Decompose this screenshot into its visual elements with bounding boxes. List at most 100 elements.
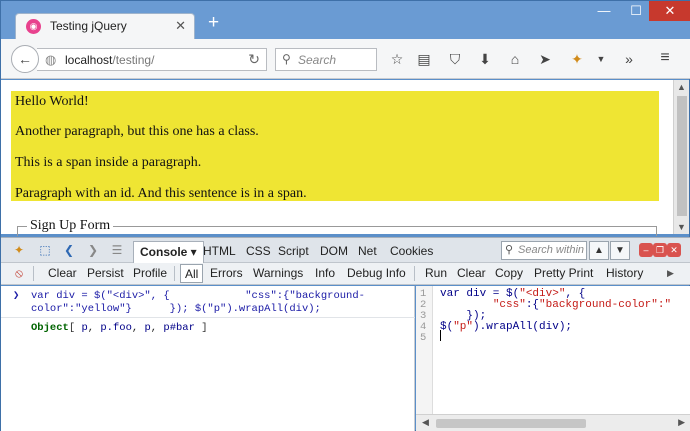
console-persist-button[interactable]: Persist	[87, 266, 124, 280]
tab-css[interactable]: CSS	[246, 244, 271, 258]
pocket-icon[interactable]: ⛉	[445, 51, 465, 68]
scroll-up-icon[interactable]: ▲	[677, 82, 686, 92]
code-line-4: $("p").wrapAll(div);	[440, 321, 573, 333]
maximize-button[interactable]: ☐	[621, 1, 651, 21]
scroll-down-icon[interactable]: ▼	[677, 222, 686, 232]
close-window-button[interactable]: ✕	[649, 1, 690, 21]
toolbar-separator	[33, 266, 34, 281]
horizontal-scrollbar-thumb[interactable]	[436, 419, 586, 428]
result-item[interactable]: p.foo	[100, 322, 132, 334]
console-command-line-2: color":"yellow"} }); $("p").wrapAll(div)…	[31, 303, 321, 315]
console-output: ❯ var div = $("<div>", { "css":{"backgro…	[1, 286, 415, 431]
editor-run-button[interactable]: Run	[425, 266, 447, 280]
search-bar[interactable]: ⚲ Search	[275, 48, 377, 71]
firebug-search-placeholder: Search within C	[518, 244, 586, 256]
editor-horizontal-scrollbar[interactable]: ◀ ▶	[416, 414, 690, 431]
navigation-toolbar: ◍ localhost/testing/ ↻ ← ⚲ Search ☆ ▤ ⛉ …	[1, 39, 690, 79]
tab-script[interactable]: Script	[278, 244, 309, 258]
firebug-detach-icon[interactable]: ❐	[653, 243, 667, 257]
bookmark-star-icon[interactable]: ☆	[387, 51, 407, 68]
tab-net[interactable]: Net	[358, 244, 377, 258]
download-icon[interactable]: ⬇	[475, 51, 495, 68]
line-number-gutter: 1 2 3 4 5	[416, 286, 433, 414]
search-placeholder: Search	[298, 53, 337, 67]
overflow-chevron-icon[interactable]: »	[619, 51, 639, 67]
search-icon: ⚲	[282, 52, 291, 66]
forward-arrow-icon[interactable]: ❯	[85, 243, 101, 257]
console-row-divider	[1, 317, 415, 318]
filter-all-button[interactable]: All	[180, 264, 204, 283]
toolbar-separator	[414, 266, 415, 281]
url-bar[interactable]: ◍ localhost/testing/ ↻	[37, 48, 267, 71]
tab-console[interactable]: Console ▾	[133, 241, 204, 263]
url-path: /testing/	[112, 53, 155, 67]
paragraph-1: Hello World!	[15, 94, 89, 109]
editor-history-button[interactable]: History	[606, 266, 643, 280]
console-options-icon[interactable]: ⦸	[11, 266, 27, 281]
page-scrollbar[interactable]: ▲ ▼	[673, 80, 689, 234]
filter-info-button[interactable]: Info	[315, 266, 335, 280]
tab-console-label: Console	[140, 245, 188, 259]
console-result[interactable]: Object[ p, p.foo, p, p#bar ]	[31, 322, 208, 334]
scrollbar-thumb[interactable]	[677, 96, 687, 216]
send-icon[interactable]: ➤	[535, 51, 555, 68]
toolbar-overflow-icon[interactable]: ▶	[667, 268, 674, 279]
console-profile-button[interactable]: Profile	[133, 266, 167, 280]
console-toolbar: ⦸ Clear Persist Profile All Errors Warni…	[1, 263, 690, 285]
scroll-left-icon[interactable]: ◀	[422, 417, 429, 428]
console-command-line-1: var div = $("<div>", { "css":{"backgroun…	[31, 290, 365, 302]
new-tab-button[interactable]: +	[208, 13, 219, 33]
url-host: localhost	[65, 53, 113, 67]
command-editor[interactable]: 1 2 3 4 5 var div = $("<div>", { "css":{…	[416, 286, 690, 431]
paragraph-4: Paragraph with an id. And this sentence …	[15, 186, 307, 201]
editor-copy-button[interactable]: Copy	[495, 266, 523, 280]
home-icon[interactable]: ⌂	[505, 51, 525, 67]
result-item[interactable]: p#bar	[163, 322, 195, 334]
result-item[interactable]: p	[81, 322, 87, 334]
back-arrow-icon[interactable]: ❮	[61, 243, 77, 257]
url-text: localhost/testing/	[65, 53, 154, 67]
filter-debug-info-button[interactable]: Debug Info	[347, 266, 406, 280]
reading-list-icon[interactable]: ▤	[414, 51, 434, 68]
paragraph-2: Another paragraph, but this one has a cl…	[15, 124, 259, 139]
editor-clear-button[interactable]: Clear	[457, 266, 486, 280]
firebug-menu-icon[interactable]: ✦	[11, 243, 27, 257]
console-clear-button[interactable]: Clear	[48, 266, 77, 280]
result-close-bracket: ]	[201, 322, 208, 334]
minimize-button[interactable]: —	[589, 1, 619, 21]
hamburger-menu-icon[interactable]: ≡	[655, 49, 675, 67]
tab-dom[interactable]: DOM	[320, 244, 348, 258]
scroll-right-icon[interactable]: ▶	[678, 417, 685, 428]
tab-cookies[interactable]: Cookies	[390, 244, 433, 258]
yellow-wrapper-div: Hello World! Another paragraph, but this…	[11, 91, 659, 201]
command-editor-icon[interactable]: ☰	[109, 243, 125, 257]
firebug-search-input[interactable]: ⚲ Search within C	[501, 241, 587, 260]
filter-warnings-button[interactable]: Warnings	[253, 266, 303, 280]
firebug-dropdown-icon[interactable]: ▼	[591, 54, 611, 64]
firebug-close-icon[interactable]: ✕	[667, 243, 681, 257]
tab-html[interactable]: HTML	[203, 244, 236, 258]
fieldset-legend: Sign Up Form	[27, 218, 114, 234]
filter-errors-button[interactable]: Errors	[210, 266, 243, 280]
result-item[interactable]: p	[144, 322, 150, 334]
back-button[interactable]: ←	[11, 45, 39, 73]
firebug-icon[interactable]: ✦	[567, 51, 587, 68]
search-next-button[interactable]: ▼	[610, 241, 630, 260]
inspect-element-icon[interactable]: ⬚	[37, 243, 53, 257]
search-prev-button[interactable]: ▲	[589, 241, 609, 260]
line-number: 5	[420, 332, 427, 344]
firebug-search-icon: ⚲	[505, 244, 514, 256]
firebug-minimize-icon[interactable]: –	[639, 243, 653, 257]
reload-icon[interactable]: ↻	[248, 51, 260, 68]
firebug-panel-bar: ✦ ⬚ ❮ ❯ ☰ Console ▾ HTML CSS Script DOM …	[1, 237, 690, 263]
jquery-favicon-icon: ◉	[26, 19, 41, 34]
editor-pretty-print-button[interactable]: Pretty Print	[534, 266, 593, 280]
result-object-label: Object	[31, 322, 69, 334]
command-prompt-icon: ❯	[13, 290, 20, 302]
browser-window: ◉ Testing jQuery ✕ + — ☐ ✕ ◍ localhost/t…	[0, 0, 690, 431]
tab-strip: ◉ Testing jQuery ✕ + — ☐ ✕	[1, 1, 690, 39]
tab-close-icon[interactable]: ✕	[175, 18, 186, 34]
toolbar-separator	[174, 266, 175, 281]
browser-tab[interactable]: ◉ Testing jQuery ✕	[15, 13, 195, 39]
tab-title: Testing jQuery	[50, 19, 127, 33]
